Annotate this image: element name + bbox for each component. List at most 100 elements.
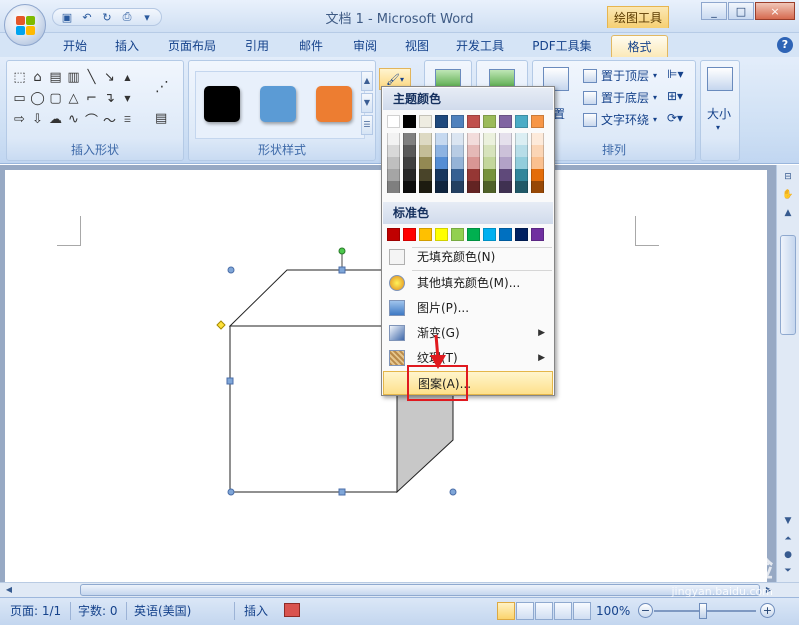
help-icon[interactable]: ? bbox=[777, 37, 793, 53]
theme-shade-swatch[interactable] bbox=[419, 133, 432, 145]
shape-styles-gallery[interactable] bbox=[195, 71, 365, 139]
no-fill-item[interactable]: 无填充颜色(N) bbox=[383, 245, 553, 269]
scroll-up-icon[interactable]: ▲ bbox=[779, 205, 797, 221]
ruler-toggle-icon[interactable]: ⊟ bbox=[779, 169, 797, 185]
theme-shade-swatch[interactable] bbox=[483, 181, 496, 193]
zoom-out-icon[interactable]: − bbox=[638, 603, 653, 618]
prev-page-icon[interactable]: ⏶ bbox=[779, 531, 797, 547]
home-shape-icon[interactable]: ⌂ bbox=[29, 67, 46, 87]
vertical-textbox-icon[interactable]: ▥ bbox=[65, 67, 82, 87]
elbow-arrow-icon[interactable]: ↴ bbox=[101, 88, 118, 108]
theme-color-swatch[interactable] bbox=[403, 115, 416, 128]
tab-page-layout[interactable]: 页面布局 bbox=[160, 35, 224, 57]
more-shapes-icon[interactable]: ☰ bbox=[119, 109, 136, 129]
curve-shape-icon[interactable]: ⌒ bbox=[83, 109, 100, 129]
zoom-slider-thumb[interactable] bbox=[699, 603, 707, 619]
standard-color-swatch[interactable] bbox=[531, 228, 544, 241]
theme-shade-swatch[interactable] bbox=[387, 181, 400, 193]
tab-review[interactable]: 审阅 bbox=[344, 35, 386, 57]
theme-color-swatch[interactable] bbox=[435, 115, 448, 128]
theme-shade-swatch[interactable] bbox=[467, 133, 480, 145]
tab-mailings[interactable]: 邮件 bbox=[290, 35, 332, 57]
scroll-up-icon[interactable]: ▲ bbox=[119, 67, 136, 87]
resize-handle[interactable] bbox=[227, 488, 235, 496]
triangle-shape-icon[interactable]: △ bbox=[65, 88, 82, 108]
vertical-scrollbar[interactable]: ⊟ ✋ ▲ ▼ ⏶ ● ⏷ bbox=[776, 165, 799, 582]
callout-shape-icon[interactable]: ☁ bbox=[47, 109, 64, 129]
theme-shade-swatch[interactable] bbox=[499, 133, 512, 145]
rounded-rect-icon[interactable]: ▢ bbox=[47, 88, 64, 108]
theme-color-swatch[interactable] bbox=[451, 115, 464, 128]
gallery-down-icon[interactable]: ▼ bbox=[361, 93, 373, 113]
scroll-down-icon[interactable]: ▼ bbox=[119, 88, 136, 108]
office-button[interactable] bbox=[4, 4, 46, 46]
theme-shade-swatch[interactable] bbox=[451, 133, 464, 145]
scroll-left-icon[interactable]: ◀ bbox=[2, 583, 16, 597]
theme-color-swatch[interactable] bbox=[499, 115, 512, 128]
theme-shade-swatch[interactable] bbox=[451, 181, 464, 193]
elbow-connector-icon[interactable]: ⌐ bbox=[83, 88, 100, 108]
tab-references[interactable]: 引用 bbox=[236, 35, 278, 57]
theme-shade-swatch[interactable] bbox=[467, 157, 480, 169]
tab-format[interactable]: 格式 bbox=[611, 35, 668, 57]
theme-shade-swatch[interactable] bbox=[515, 169, 528, 181]
standard-color-swatch[interactable] bbox=[403, 228, 416, 241]
theme-shade-swatch[interactable] bbox=[387, 133, 400, 145]
theme-shade-swatch[interactable] bbox=[467, 169, 480, 181]
shapes-gallery[interactable]: ⬚ ⌂ ▤ ▥ ╲ ↘ ▲ ▭ ◯ ▢ △ ⌐ ↴ ▼ ⇨ ⇩ ☁ ∿ ⌒ 〜 … bbox=[11, 67, 136, 129]
theme-shade-swatch[interactable] bbox=[451, 169, 464, 181]
theme-shade-swatch[interactable] bbox=[483, 157, 496, 169]
theme-shade-swatch[interactable] bbox=[403, 133, 416, 145]
theme-shade-swatch[interactable] bbox=[531, 133, 544, 145]
resize-handle[interactable] bbox=[449, 488, 457, 496]
down-arrow-shape-icon[interactable]: ⇩ bbox=[29, 109, 46, 129]
size-icon[interactable] bbox=[707, 67, 733, 91]
standard-color-swatch[interactable] bbox=[467, 228, 480, 241]
standard-color-swatch[interactable] bbox=[451, 228, 464, 241]
theme-shade-swatch[interactable] bbox=[403, 145, 416, 157]
web-layout-view-icon[interactable] bbox=[535, 602, 553, 620]
style-swatch-orange[interactable] bbox=[316, 86, 352, 122]
resize-handle[interactable] bbox=[338, 488, 346, 496]
resize-handle[interactable] bbox=[338, 266, 346, 274]
zoom-level[interactable]: 100% bbox=[596, 603, 630, 619]
adjust-handle[interactable] bbox=[216, 320, 226, 330]
theme-shade-swatch[interactable] bbox=[387, 169, 400, 181]
theme-shade-swatch[interactable] bbox=[499, 181, 512, 193]
hand-icon[interactable]: ✋ bbox=[779, 187, 797, 203]
gradient-fill-item[interactable]: 渐变(G) ▶ bbox=[383, 321, 553, 345]
standard-color-swatch[interactable] bbox=[435, 228, 448, 241]
outline-view-icon[interactable] bbox=[554, 602, 572, 620]
word-count[interactable]: 字数: 0 bbox=[78, 603, 118, 619]
theme-shade-swatch[interactable] bbox=[483, 133, 496, 145]
gallery-more-icon[interactable]: ☰ bbox=[361, 115, 373, 135]
next-page-icon[interactable]: ⏷ bbox=[779, 563, 797, 579]
resize-handle[interactable] bbox=[227, 266, 235, 274]
draw-textbox-icon[interactable]: ▤ bbox=[155, 111, 167, 126]
theme-shade-swatch[interactable] bbox=[403, 157, 416, 169]
theme-shade-swatch[interactable] bbox=[531, 157, 544, 169]
theme-shade-swatch[interactable] bbox=[515, 133, 528, 145]
tab-home[interactable]: 开始 bbox=[54, 35, 96, 57]
send-to-back-button[interactable]: 置于底层 ▾ bbox=[583, 89, 657, 107]
theme-color-swatch[interactable] bbox=[483, 115, 496, 128]
page-indicator[interactable]: 页面: 1/1 bbox=[10, 603, 61, 619]
theme-shade-swatch[interactable] bbox=[515, 145, 528, 157]
theme-shade-swatch[interactable] bbox=[499, 169, 512, 181]
zoom-in-icon[interactable]: + bbox=[760, 603, 775, 618]
minimize-button[interactable]: _ bbox=[701, 2, 727, 20]
insert-mode[interactable]: 插入 bbox=[244, 603, 268, 619]
theme-color-swatch[interactable] bbox=[467, 115, 480, 128]
group-icon[interactable]: ⊞▾ bbox=[667, 89, 683, 103]
theme-shade-swatch[interactable] bbox=[467, 181, 480, 193]
edit-shape-icon[interactable]: ⋰ bbox=[155, 79, 169, 95]
theme-shade-swatch[interactable] bbox=[451, 157, 464, 169]
rotate-icon[interactable]: ⟳▾ bbox=[667, 111, 683, 125]
tab-pdf-tools[interactable]: PDF工具集 bbox=[524, 35, 600, 57]
text-wrap-button[interactable]: 文字环绕 ▾ bbox=[583, 111, 657, 129]
picture-fill-item[interactable]: 图片(P)... bbox=[383, 296, 553, 320]
theme-shade-swatch[interactable] bbox=[403, 169, 416, 181]
theme-shade-swatch[interactable] bbox=[435, 169, 448, 181]
cube-shape-icon[interactable]: ⬚ bbox=[11, 67, 28, 87]
theme-shade-swatch[interactable] bbox=[531, 145, 544, 157]
